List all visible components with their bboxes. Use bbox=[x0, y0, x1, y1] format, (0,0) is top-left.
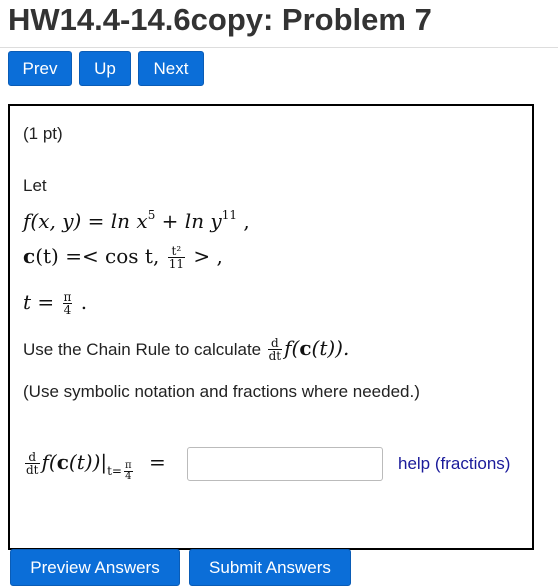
answer-derivative-operator: d dt bbox=[25, 450, 40, 477]
function-definition: f(x, y) = ln x5 + ln y11 , bbox=[23, 208, 250, 233]
points-label: (1 pt) bbox=[23, 124, 63, 143]
prev-button[interactable]: Prev bbox=[8, 51, 72, 86]
up-button[interactable]: Up bbox=[79, 51, 131, 86]
problem-box: (1 pt) Let f(x, y) = ln x5 + ln y11 , c(… bbox=[8, 104, 534, 550]
curve-definition: c(t) =< cos t, t² 11 > , bbox=[23, 244, 223, 271]
pi-over-4-fraction: π4 bbox=[62, 290, 73, 317]
submit-answers-button[interactable]: Submit Answers bbox=[189, 549, 351, 586]
t-squared-over-11-fraction: t² 11 bbox=[167, 244, 185, 271]
let-label: Let bbox=[23, 176, 47, 195]
t-value-definition: t = π4 . bbox=[23, 290, 88, 317]
preview-answers-button[interactable]: Preview Answers bbox=[10, 549, 180, 586]
next-button[interactable]: Next bbox=[138, 51, 204, 86]
help-fractions-link[interactable]: help (fractions) bbox=[398, 454, 510, 474]
evaluation-subscript: t= π 4 bbox=[107, 460, 133, 482]
answer-expression: d dt f(c(t))|t= π 4 = bbox=[25, 450, 166, 482]
page-title: HW14.4-14.6copy: Problem 7 bbox=[8, 2, 432, 37]
title-divider bbox=[0, 47, 558, 48]
notation-note: (Use symbolic notation and fractions whe… bbox=[23, 382, 420, 401]
instruction-line: Use the Chain Rule to calculate d dt f(c(t… bbox=[23, 336, 350, 363]
derivative-operator: d dt bbox=[267, 336, 283, 363]
answer-input[interactable] bbox=[187, 447, 383, 481]
